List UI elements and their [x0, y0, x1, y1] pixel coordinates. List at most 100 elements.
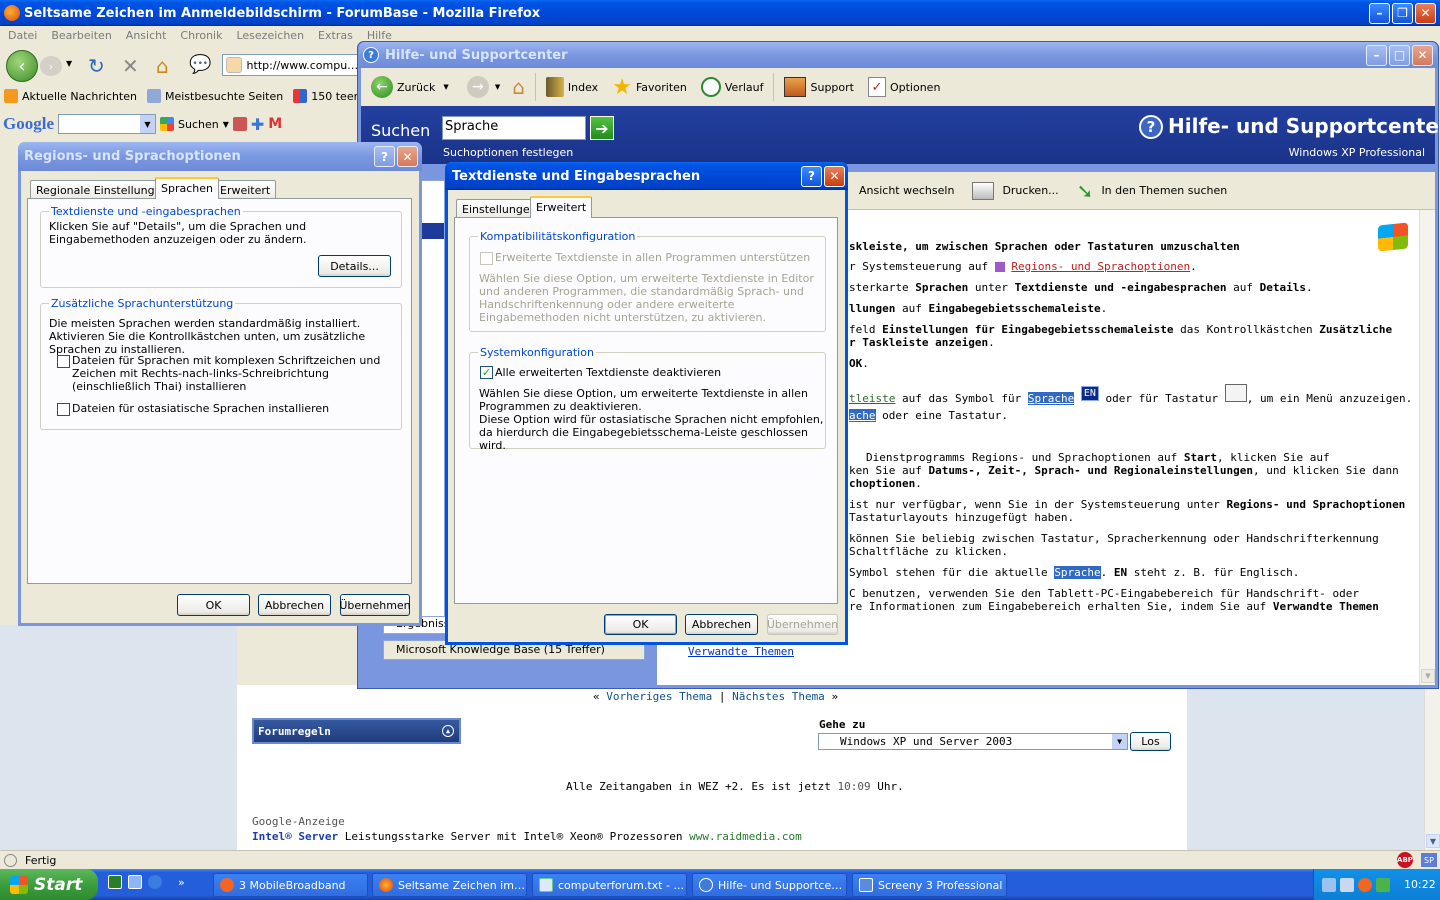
regions-apply-button[interactable]: Übernehmen [339, 594, 411, 616]
chevron-down-icon[interactable]: ▼ [140, 115, 155, 133]
google-logo[interactable]: Google [3, 114, 54, 134]
bookmark-meistbesucht[interactable]: Meistbesuchte Seiten [165, 90, 283, 103]
help-titlebar[interactable]: ? Hilfe- und Supportcenter – □ ✕ [359, 42, 1437, 68]
disable-textservices-checkbox[interactable]: ✓ [480, 366, 493, 379]
page-scrollbar[interactable]: ▼ [1424, 685, 1440, 850]
tab-regionale-einstellungen[interactable]: Regionale Einstellungen [30, 180, 175, 198]
quicklaunch-ie-icon[interactable] [148, 875, 162, 889]
history-dropdown-icon[interactable]: ▼ [66, 59, 72, 68]
jump-select[interactable]: Windows XP und Server 2003 ▼ [818, 733, 1128, 750]
task-mobilebroadband[interactable]: 3 MobileBroadband [213, 873, 368, 897]
clock[interactable]: 10:22 [1404, 878, 1436, 891]
tab-erweitert[interactable]: Erweitert [530, 196, 593, 218]
regions-link[interactable]: Regions- und Sprachoptionen [1011, 260, 1190, 273]
bookmarks-star-icon[interactable] [232, 117, 247, 131]
index-button[interactable]: Index [545, 77, 598, 97]
quicklaunch-h-icon[interactable] [108, 875, 122, 889]
optionen-button[interactable]: ✓ Optionen [867, 77, 940, 97]
drucken-button[interactable]: Drucken... [1002, 184, 1058, 197]
toolbar-dropdown-icon[interactable]: ▼ [223, 120, 229, 129]
back-button[interactable]: ‹ [6, 50, 38, 82]
forumregeln-box[interactable]: Forumregeln ▲ [252, 718, 461, 744]
home-icon[interactable]: ⌂ [156, 54, 169, 78]
task-screeny[interactable]: Screeny 3 Professional [852, 873, 1007, 897]
search-go-button[interactable]: ➔ [590, 116, 614, 140]
close-button[interactable]: ✕ [397, 146, 418, 167]
close-button[interactable]: ✕ [1412, 44, 1433, 66]
east-asian-checkbox[interactable] [57, 403, 70, 416]
complex-scripts-checkbox[interactable] [57, 355, 70, 368]
disable-textservices-label[interactable]: Alle erweiterten Textdienste deaktiviere… [495, 366, 721, 379]
chevron-down-icon[interactable]: ▼ [1112, 734, 1127, 749]
google-search-box[interactable]: ▼ [58, 114, 156, 134]
help-search-input[interactable]: Sprache [442, 116, 586, 140]
help-back-button[interactable]: ← Zurück ▼ [371, 76, 449, 98]
textdienste-apply-button[interactable]: Übernehmen [767, 614, 838, 635]
themen-suchen-button[interactable]: In den Themen suchen [1101, 184, 1227, 197]
verwandte-themen-link[interactable]: Verwandte Themen [688, 645, 794, 658]
menu-chronik[interactable]: Chronik [180, 29, 222, 42]
close-button[interactable]: ✕ [1415, 2, 1436, 24]
tab-sprachen[interactable]: Sprachen [155, 177, 219, 199]
monitor-tray-icon[interactable] [1340, 877, 1354, 892]
firefox-titlebar[interactable]: Seltsame Zeichen im Anmeldebildschirm - … [0, 0, 1440, 26]
minimize-button[interactable]: – [1369, 2, 1390, 24]
verlauf-button[interactable]: Verlauf [700, 77, 763, 97]
kompat-label[interactable]: Erweiterte Textdienste in allen Programm… [495, 251, 810, 264]
favoriten-button[interactable]: ★ Favoriten [612, 75, 687, 100]
textdienste-titlebar[interactable]: Textdienste und Eingabesprachen ? ✕ [445, 162, 848, 190]
chevron-down-icon[interactable]: ▼ [443, 83, 448, 91]
help-question-button[interactable]: ? [801, 165, 822, 187]
east-asian-label[interactable]: Dateien für ostasiatische Sprachen insta… [72, 402, 329, 415]
scroll-down-icon[interactable]: ▼ [1426, 834, 1440, 848]
menu-extras[interactable]: Extras [318, 29, 353, 42]
search-options-link[interactable]: Suchoptionen festlegen [443, 146, 573, 159]
start-button[interactable]: Start [0, 869, 98, 900]
support-button[interactable]: Support [784, 77, 854, 97]
textdienste-cancel-button[interactable]: Abbrechen [685, 614, 758, 635]
task-helpcenter[interactable]: Hilfe- und Supportcen... [692, 873, 847, 897]
forward-arrow-icon[interactable]: → [466, 76, 489, 98]
scroll-down-icon[interactable]: ▼ [1421, 669, 1435, 683]
taskleiste-link[interactable]: tleiste [849, 392, 895, 405]
regions-titlebar[interactable]: Regions- und Sprachoptionen ? ✕ [18, 142, 422, 171]
tab-erweitert[interactable]: Erweitert [214, 180, 277, 198]
help-question-button[interactable]: ? [374, 146, 395, 167]
details-button[interactable]: Details... [318, 255, 391, 277]
chat-icon[interactable]: 💬 [189, 54, 211, 75]
collapse-icon[interactable]: ▲ [442, 725, 454, 737]
network-tray-icon[interactable] [1322, 877, 1336, 892]
menu-bearbeiten[interactable]: Bearbeiten [51, 29, 111, 42]
broadband-tray-icon[interactable] [1358, 877, 1372, 892]
los-button[interactable]: Los [1130, 732, 1171, 751]
quicklaunch-more[interactable]: » [178, 876, 185, 889]
url-bar[interactable]: http://www.computer [222, 54, 360, 76]
regions-ok-button[interactable]: OK [177, 594, 250, 616]
menu-datei[interactable]: Datei [8, 29, 37, 42]
menu-ansicht[interactable]: Ansicht [126, 29, 167, 42]
menu-lesezeichen[interactable]: Lesezeichen [236, 29, 304, 42]
task-firefox[interactable]: Seltsame Zeichen im ... [372, 873, 527, 897]
prev-topic-link[interactable]: Vorheriges Thema [606, 690, 712, 703]
maximize-button[interactable]: □ [1389, 44, 1410, 66]
adblock-icon[interactable]: ABP [1397, 852, 1413, 868]
sp-icon[interactable]: SP [1421, 853, 1437, 867]
plus-icon[interactable]: ✚ [251, 115, 264, 134]
security-tray-icon[interactable] [1376, 877, 1390, 892]
bookmark-nachrichten[interactable]: Aktuelle Nachrichten [22, 90, 137, 103]
next-topic-link[interactable]: Nächstes Thema [732, 690, 825, 703]
textdienste-ok-button[interactable]: OK [604, 614, 677, 635]
chevron-down-icon[interactable]: ▼ [495, 83, 500, 91]
task-notepad[interactable]: computerforum.txt - ... [532, 873, 687, 897]
bookmark-gallerie[interactable]: 150 teen gallerie [311, 90, 360, 103]
ad-url[interactable]: www.raidmedia.com [689, 830, 802, 843]
reload-icon[interactable]: ↻ [88, 54, 105, 78]
home-icon[interactable]: ⌂ [512, 75, 525, 99]
minimize-button[interactable]: – [1366, 44, 1387, 66]
kompat-checkbox[interactable] [480, 252, 493, 265]
ad-title-link[interactable]: Intel® Server [252, 830, 338, 843]
gmail-icon[interactable]: M [268, 116, 282, 132]
google-suchen-button[interactable]: Suchen [178, 118, 219, 131]
restore-button[interactable]: ❐ [1392, 2, 1413, 24]
close-button[interactable]: ✕ [824, 165, 845, 187]
